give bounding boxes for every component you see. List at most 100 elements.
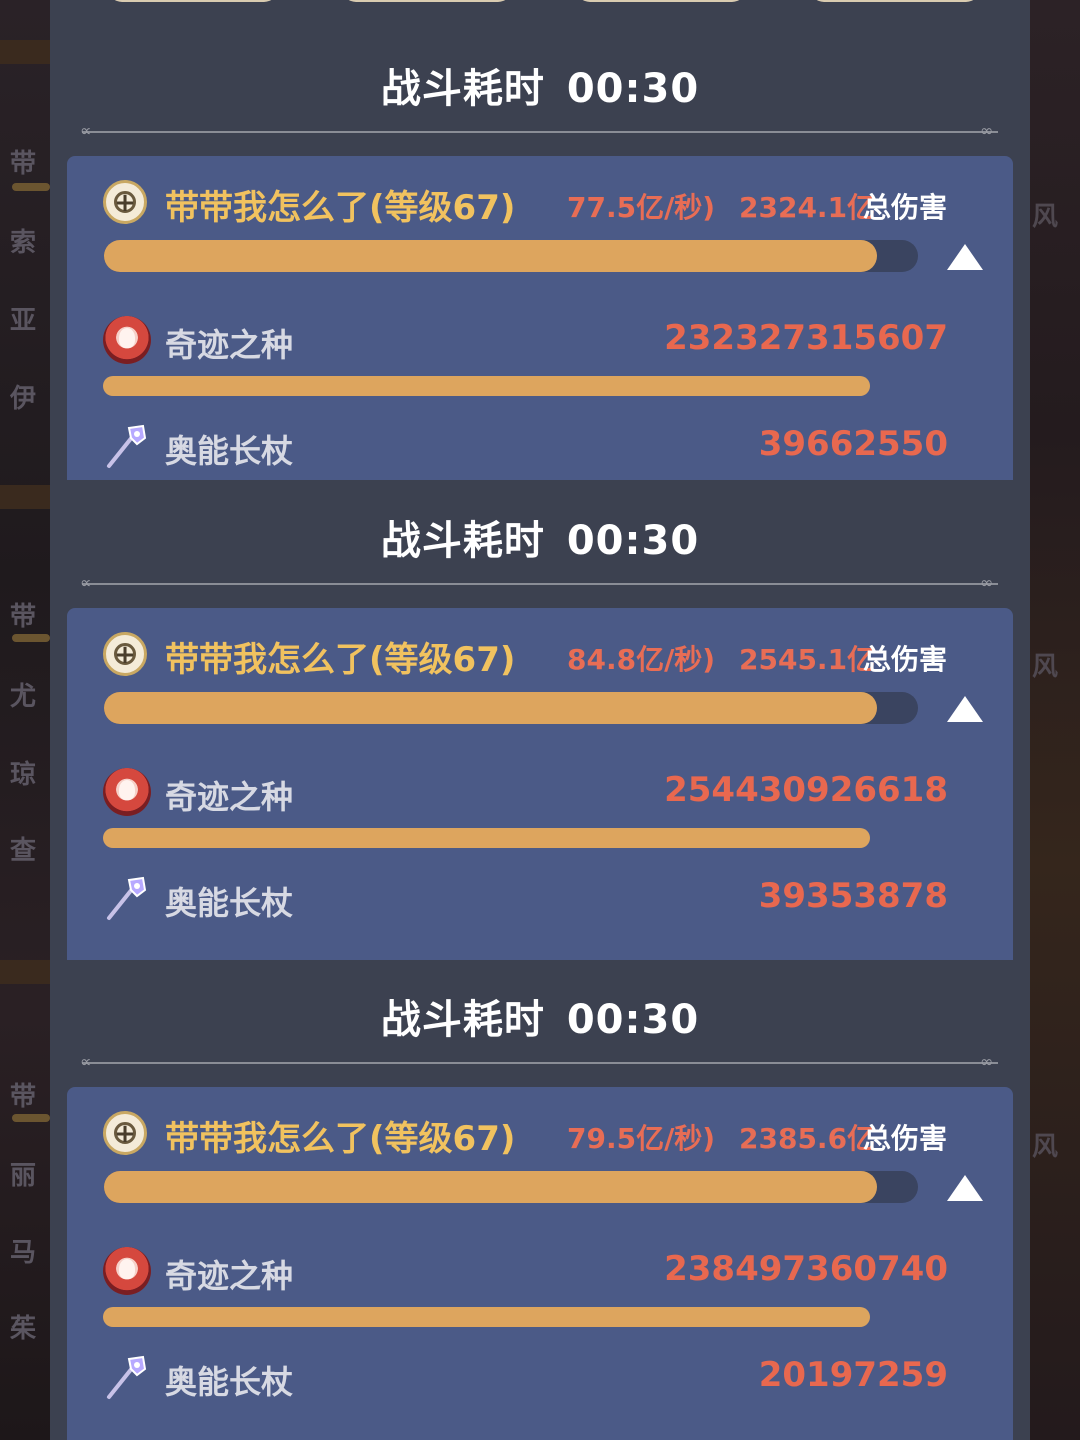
seed-avatar-icon (103, 316, 151, 364)
total-damage-value: 2545.1亿 (739, 643, 876, 676)
top-tab[interactable] (576, 0, 746, 2)
section-divider (82, 1062, 998, 1064)
divider-ornament-left: ∝ (80, 1052, 92, 1071)
bg-divider (0, 40, 50, 64)
bg-name: 风 (1032, 202, 1059, 232)
divider-ornament-right: ∞ (980, 121, 994, 140)
total-damage-label: 总伤害 (863, 191, 948, 224)
player-class-icon (103, 180, 147, 224)
bg-bar (12, 183, 50, 191)
top-tab[interactable] (810, 0, 980, 2)
bg-name: 伊 (10, 384, 37, 414)
bg-bar (12, 1114, 50, 1122)
seed-avatar-icon (103, 768, 151, 816)
collapse-arrow-icon[interactable] (947, 1175, 983, 1201)
battle-time-value: 00:30 (566, 518, 700, 564)
battle-time-value: 00:30 (566, 997, 700, 1043)
player-damage-bar-fill (104, 240, 878, 272)
player-damage-bar (104, 240, 918, 272)
background-left-list: 带 索 亚 伊 带 尤 琼 查 带 丽 马 茱 (0, 0, 50, 1440)
item-damage-value: 39353878 (758, 876, 948, 916)
bg-name: 马 (10, 1238, 37, 1268)
bg-name: 茱 (10, 1314, 37, 1344)
player-summary-row: 带带我怎么了(等级67) 79.5亿/秒) 2385.6亿 总伤害 (103, 1111, 983, 1159)
damage-stats-panel[interactable]: 战斗耗时 00:30 ∝ ∞ 带带我怎么了(等级67) 77.5亿/秒) 2324… (50, 0, 1030, 1440)
damage-record-card: 带带我怎么了(等级67) 84.8亿/秒) 2545.1亿 总伤害 奇迹之种 2… (67, 608, 1013, 960)
bg-name: 风 (1032, 1132, 1059, 1162)
arcane-staff-icon (103, 1353, 151, 1401)
divider-ornament-left: ∝ (80, 573, 92, 592)
bg-name: 风 (1032, 652, 1059, 682)
player-summary-row: 带带我怎么了(等级67) 77.5亿/秒) 2324.1亿 总伤害 (103, 180, 983, 228)
bg-divider (0, 485, 50, 509)
damage-per-second: 79.5亿/秒) (567, 1122, 716, 1155)
divider-ornament-left: ∝ (80, 121, 92, 140)
player-summary-row: 带带我怎么了(等级67) 84.8亿/秒) 2545.1亿 总伤害 (103, 632, 983, 680)
item-row: 奥能长杖 39662550 (103, 422, 948, 472)
bg-bar (12, 634, 50, 642)
item-name: 奇迹之种 (165, 778, 294, 816)
bg-name: 带 (10, 1082, 37, 1112)
bg-name: 索 (10, 228, 37, 258)
player-damage-bar (104, 1171, 918, 1203)
player-class-icon (103, 632, 147, 676)
bg-name: 带 (10, 149, 37, 179)
bg-name: 丽 (10, 1161, 37, 1191)
top-tab[interactable] (108, 0, 278, 2)
total-damage-value: 2324.1亿 (739, 191, 876, 224)
item-damage-value: 20197259 (758, 1355, 948, 1395)
item-name: 奇迹之种 (165, 1257, 294, 1295)
bg-name: 查 (10, 836, 37, 866)
battle-time-label: 战斗耗时 (380, 66, 545, 112)
player-damage-bar (104, 692, 918, 724)
item-name: 奥能长杖 (165, 884, 294, 922)
collapse-arrow-icon[interactable] (947, 244, 983, 270)
bg-divider (0, 960, 50, 984)
player-name: 带带我怎么了(等级67) (165, 188, 516, 228)
battle-time-header: 战斗耗时 00:30 (50, 42, 1030, 132)
background-right-list: 风 风 风 (1030, 0, 1080, 1440)
item-name: 奥能长杖 (165, 1363, 294, 1401)
arcane-staff-icon (103, 874, 151, 922)
bg-name: 亚 (10, 306, 37, 336)
player-damage-bar-fill (104, 1171, 878, 1203)
item-row: 奇迹之种 238497360740 (103, 1247, 948, 1297)
item-damage-value: 232327315607 (664, 318, 948, 358)
item-row: 奇迹之种 254430926618 (103, 768, 948, 818)
battle-time-label: 战斗耗时 (380, 518, 545, 564)
item-name: 奇迹之种 (165, 326, 294, 364)
item-name: 奥能长杖 (165, 432, 294, 470)
item-damage-bar (103, 828, 870, 848)
item-row: 奥能长杖 20197259 (103, 1353, 948, 1403)
item-row: 奥能长杖 39353878 (103, 874, 948, 924)
bg-name: 尤 (10, 682, 37, 712)
item-damage-bar (103, 376, 870, 396)
damage-record-card: 带带我怎么了(等级67) 77.5亿/秒) 2324.1亿 总伤害 奇迹之种 2… (67, 156, 1013, 480)
item-damage-bar (103, 1307, 870, 1327)
divider-ornament-right: ∞ (980, 573, 994, 592)
damage-record-card: 带带我怎么了(等级67) 79.5亿/秒) 2385.6亿 总伤害 奇迹之种 2… (67, 1087, 1013, 1440)
collapse-arrow-icon[interactable] (947, 696, 983, 722)
arcane-staff-icon (103, 422, 151, 470)
section-divider (82, 583, 998, 585)
battle-time-header: 战斗耗时 00:30 (50, 973, 1030, 1063)
top-tab[interactable] (342, 0, 512, 2)
bg-name: 琼 (10, 760, 37, 790)
item-row: 奇迹之种 232327315607 (103, 316, 948, 366)
player-name: 带带我怎么了(等级67) (165, 1119, 516, 1159)
battle-time-value: 00:30 (566, 66, 700, 112)
item-damage-value: 39662550 (758, 424, 948, 464)
total-damage-value: 2385.6亿 (739, 1122, 876, 1155)
damage-per-second: 84.8亿/秒) (567, 643, 716, 676)
player-name: 带带我怎么了(等级67) (165, 640, 516, 680)
divider-ornament-right: ∞ (980, 1052, 994, 1071)
damage-per-second: 77.5亿/秒) (567, 191, 716, 224)
battle-time-label: 战斗耗时 (380, 997, 545, 1043)
section-divider (82, 131, 998, 133)
total-damage-label: 总伤害 (863, 1122, 948, 1155)
battle-time-header: 战斗耗时 00:30 (50, 494, 1030, 584)
player-damage-bar-fill (104, 692, 878, 724)
total-damage-label: 总伤害 (863, 643, 948, 676)
seed-avatar-icon (103, 1247, 151, 1295)
item-damage-value: 238497360740 (664, 1249, 948, 1289)
